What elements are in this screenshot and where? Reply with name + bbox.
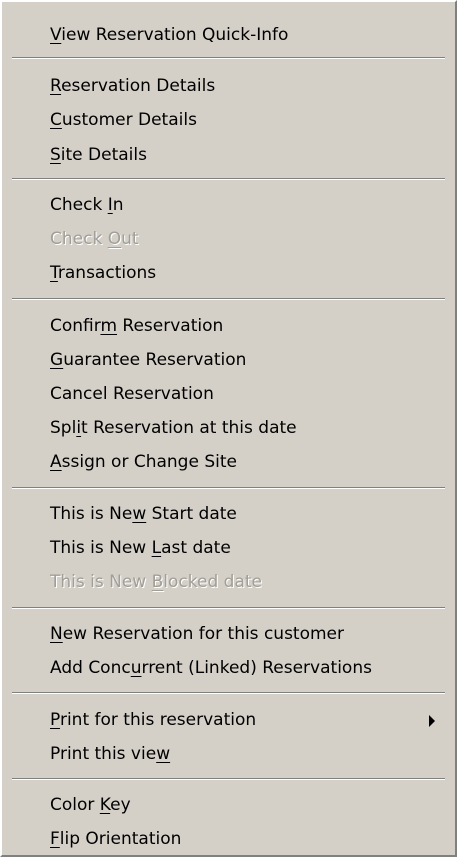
menu-item-label: View Reservation Quick-Info [50,25,289,45]
menu-item-check-in[interactable]: Check In [4,190,453,220]
menu-item-label: Assign or Change Site [50,452,237,472]
menu-item-assign-or-change-site[interactable]: Assign or Change Site [4,447,453,477]
menu-item-print-this-view[interactable]: Print this view [4,739,453,769]
menu-item-label: Site Details [50,145,147,165]
menu-separator [12,692,445,694]
menu-item-guarantee-reservation[interactable]: Guarantee Reservation [4,345,453,375]
menu-item-transactions[interactable]: Transactions [4,258,453,288]
menu-item-flip-orientation[interactable]: Flip Orientation [4,824,453,854]
menu-item-split-reservation[interactable]: Split Reservation at this date [4,413,453,443]
menu-separator [12,298,445,300]
menu-item-customer-details[interactable]: Customer Details [4,105,453,135]
menu-item-label: Reservation Details [50,76,216,96]
submenu-arrow-icon [429,715,435,727]
menu-item-label: Guarantee Reservation [50,350,247,370]
menu-item-new-reservation-for-customer[interactable]: New Reservation for this customer [4,619,453,649]
menu-item-add-concurrent-reservations[interactable]: Add Concurrent (Linked) Reservations [4,653,453,683]
menu-item-check-out: Check Out [4,224,453,254]
menu-item-confirm-reservation[interactable]: Confirm Reservation [4,311,453,341]
menu-separator [12,487,445,489]
menu-item-label: This is New Last date [50,538,231,558]
menu-separator [12,57,445,59]
menu-item-label: New Reservation for this customer [50,624,344,644]
menu-item-label: This is New Blocked date [50,572,262,592]
menu-item-label: Add Concurrent (Linked) Reservations [50,658,372,678]
menu-item-label: Flip Orientation [50,829,182,849]
menu-item-label: Color Key [50,795,131,815]
menu-item-new-last-date[interactable]: This is New Last date [4,533,453,563]
menu-item-print-for-this-reservation[interactable]: Print for this reservation [4,705,453,735]
menu-item-cancel-reservation[interactable]: Cancel Reservation [4,379,453,409]
menu-item-label: Split Reservation at this date [50,418,297,438]
menu-item-color-key[interactable]: Color Key [4,790,453,820]
menu-item-label: Check In [50,195,124,215]
menu-item-new-start-date[interactable]: This is New Start date [4,499,453,529]
menu-item-site-details[interactable]: Site Details [4,140,453,170]
menu-item-label: This is New Start date [50,504,237,524]
menu-item-label: Confirm Reservation [50,316,224,336]
menu-separator [12,778,445,780]
menu-item-reservation-details[interactable]: Reservation Details [4,71,453,101]
menu-item-label: Check Out [50,229,139,249]
menu-item-new-blocked-date: This is New Blocked date [4,567,453,597]
menu-separator [12,607,445,609]
menu-item-label: Cancel Reservation [50,384,214,404]
menu-item-label: Print this view [50,744,171,764]
menu-item-label: Transactions [50,263,157,283]
context-menu: View Reservation Quick-Info Reservation … [0,0,457,857]
menu-item-view-reservation-quick-info[interactable]: View Reservation Quick-Info [4,20,453,50]
menu-item-label: Customer Details [50,110,197,130]
menu-item-label: Print for this reservation [50,710,257,730]
menu-separator [12,178,445,180]
